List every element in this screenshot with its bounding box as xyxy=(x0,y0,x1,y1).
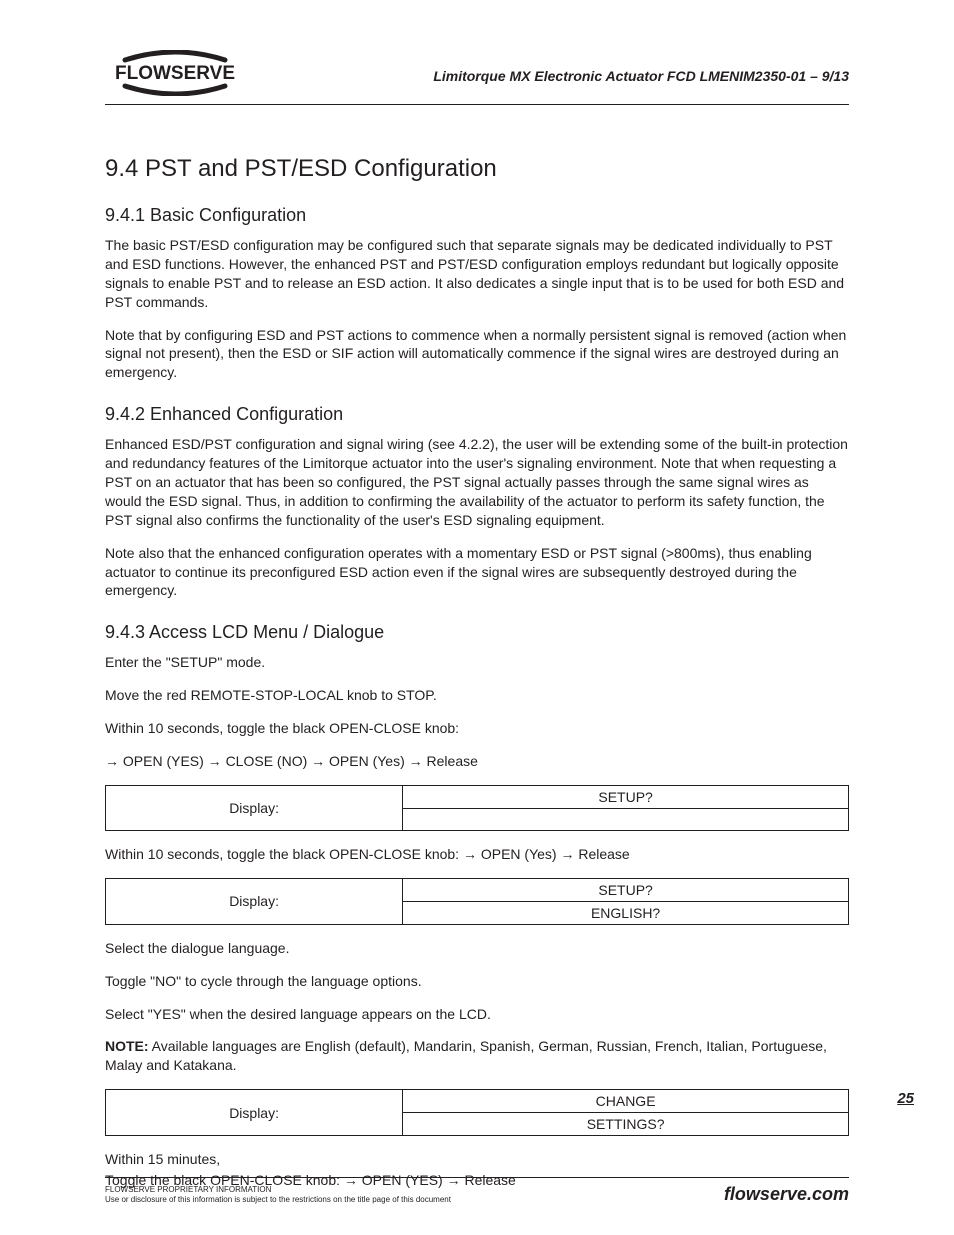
footer-rule xyxy=(105,1177,849,1178)
display-table-2: Display: SETUP? ENGLISH? xyxy=(105,878,849,925)
page-header: FLOWSERVE Limitorque MX Electronic Actua… xyxy=(105,50,849,96)
note-paragraph: NOTE: Available languages are English (d… xyxy=(105,1037,849,1075)
display-label-cell: Display: xyxy=(106,1090,403,1136)
note-label: NOTE: xyxy=(105,1038,149,1054)
paragraph: The basic PST/ESD configuration may be c… xyxy=(105,236,849,312)
display-value-cell: CHANGE xyxy=(403,1090,849,1113)
paragraph: Within 10 seconds, toggle the black OPEN… xyxy=(105,719,849,738)
display-value-cell: SETUP? xyxy=(403,878,849,901)
paragraph: Toggle "NO" to cycle through the languag… xyxy=(105,972,849,991)
paragraph: Within 15 minutes, xyxy=(105,1150,849,1169)
display-value-cell: SETUP? xyxy=(403,785,849,808)
paragraph: Enter the "SETUP" mode. xyxy=(105,653,849,672)
page-footer: FLOWSERVE PROPRIETARY INFORMATION Use or… xyxy=(105,1177,849,1205)
footer-line-2: Use or disclosure of this information is… xyxy=(105,1195,451,1205)
display-value-cell: ENGLISH? xyxy=(403,901,849,924)
section-heading-9-4-2: 9.4.2 Enhanced Configuration xyxy=(105,404,849,425)
display-label-cell: Display: xyxy=(106,785,403,830)
footer-site: flowserve.com xyxy=(724,1184,849,1205)
paragraph: Select "YES" when the desired language a… xyxy=(105,1005,849,1024)
section-heading-9-4-3: 9.4.3 Access LCD Menu / Dialogue xyxy=(105,622,849,643)
display-table-1: Display: SETUP? xyxy=(105,785,849,831)
flowserve-logo: FLOWSERVE xyxy=(105,50,245,96)
paragraph: Within 10 seconds, toggle the black OPEN… xyxy=(105,845,849,864)
paragraph: Note that by configuring ESD and PST act… xyxy=(105,326,849,383)
paragraph: Note also that the enhanced configuratio… xyxy=(105,544,849,601)
display-value-cell xyxy=(403,808,849,830)
footer-proprietary: FLOWSERVE PROPRIETARY INFORMATION Use or… xyxy=(105,1185,451,1205)
section-heading-9-4: 9.4 PST and PST/ESD Configuration xyxy=(105,155,849,183)
display-label-cell: Display: xyxy=(106,878,403,924)
flowserve-logo-icon: FLOWSERVE xyxy=(105,50,245,96)
display-table-3: Display: CHANGE SETTINGS? xyxy=(105,1089,849,1136)
section-heading-9-4-1: 9.4.1 Basic Configuration xyxy=(105,205,849,226)
document-title: Limitorque MX Electronic Actuator FCD LM… xyxy=(433,68,849,84)
paragraph: → OPEN (YES) → CLOSE (NO) → OPEN (Yes) →… xyxy=(105,752,849,771)
header-rule xyxy=(105,104,849,105)
note-text: Available languages are English (default… xyxy=(105,1038,827,1073)
page-number: 25 xyxy=(897,1090,914,1107)
display-value-cell: SETTINGS? xyxy=(403,1113,849,1136)
footer-line-1: FLOWSERVE PROPRIETARY INFORMATION xyxy=(105,1185,451,1195)
logo-text: FLOWSERVE xyxy=(115,63,235,84)
paragraph: Move the red REMOTE-STOP-LOCAL knob to S… xyxy=(105,686,849,705)
paragraph: Select the dialogue language. xyxy=(105,939,849,958)
paragraph: Enhanced ESD/PST configuration and signa… xyxy=(105,435,849,529)
